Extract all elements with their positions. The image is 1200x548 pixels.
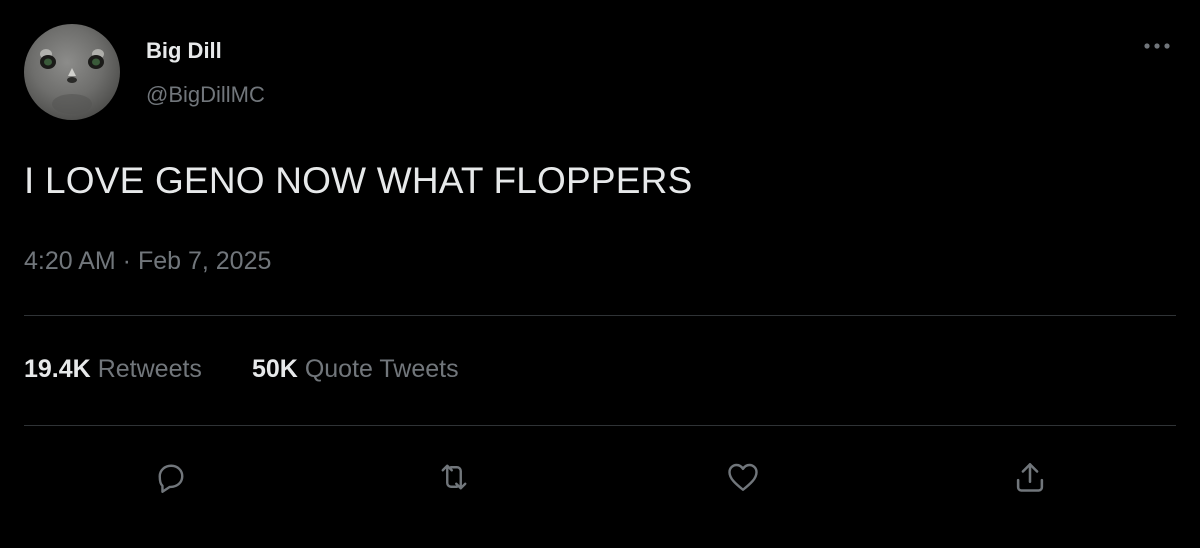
share-button[interactable] xyxy=(1008,455,1052,499)
avatar[interactable] xyxy=(24,24,120,120)
quote-tweets-label: Quote Tweets xyxy=(304,355,459,383)
more-options-button[interactable] xyxy=(1140,36,1174,56)
tweet-header: Big Dill @BigDillMC xyxy=(24,24,1184,124)
retweet-icon xyxy=(441,464,467,490)
more-horizontal-icon xyxy=(1144,43,1170,49)
quote-tweets-count: 50K xyxy=(251,355,298,383)
retweets-count: 19.4K xyxy=(24,355,91,383)
quote-tweets-stat[interactable]: 50K Quote Tweets xyxy=(252,355,459,384)
share-icon xyxy=(1016,463,1044,492)
reply-button[interactable] xyxy=(149,455,193,499)
display-name[interactable]: Big Dill xyxy=(146,38,222,64)
heart-icon xyxy=(728,463,758,491)
retweets-label: Retweets xyxy=(97,355,202,383)
reply-icon xyxy=(158,464,184,493)
divider xyxy=(24,425,1176,426)
tweet-timestamp[interactable]: 4:20 AM · Feb 7, 2025 xyxy=(24,247,271,276)
avatar-image xyxy=(40,49,104,114)
divider xyxy=(24,315,1176,316)
action-bar xyxy=(0,455,1200,499)
tweet-stats: 19.4K Retweets 50K Quote Tweets xyxy=(24,355,459,384)
user-handle[interactable]: @BigDillMC xyxy=(146,82,265,108)
retweets-stat[interactable]: 19.4K Retweets xyxy=(24,355,202,384)
like-button[interactable] xyxy=(721,455,765,499)
retweet-button[interactable] xyxy=(432,455,476,499)
tweet-text: I LOVE GENO NOW WHAT FLOPPERS xyxy=(24,160,693,201)
